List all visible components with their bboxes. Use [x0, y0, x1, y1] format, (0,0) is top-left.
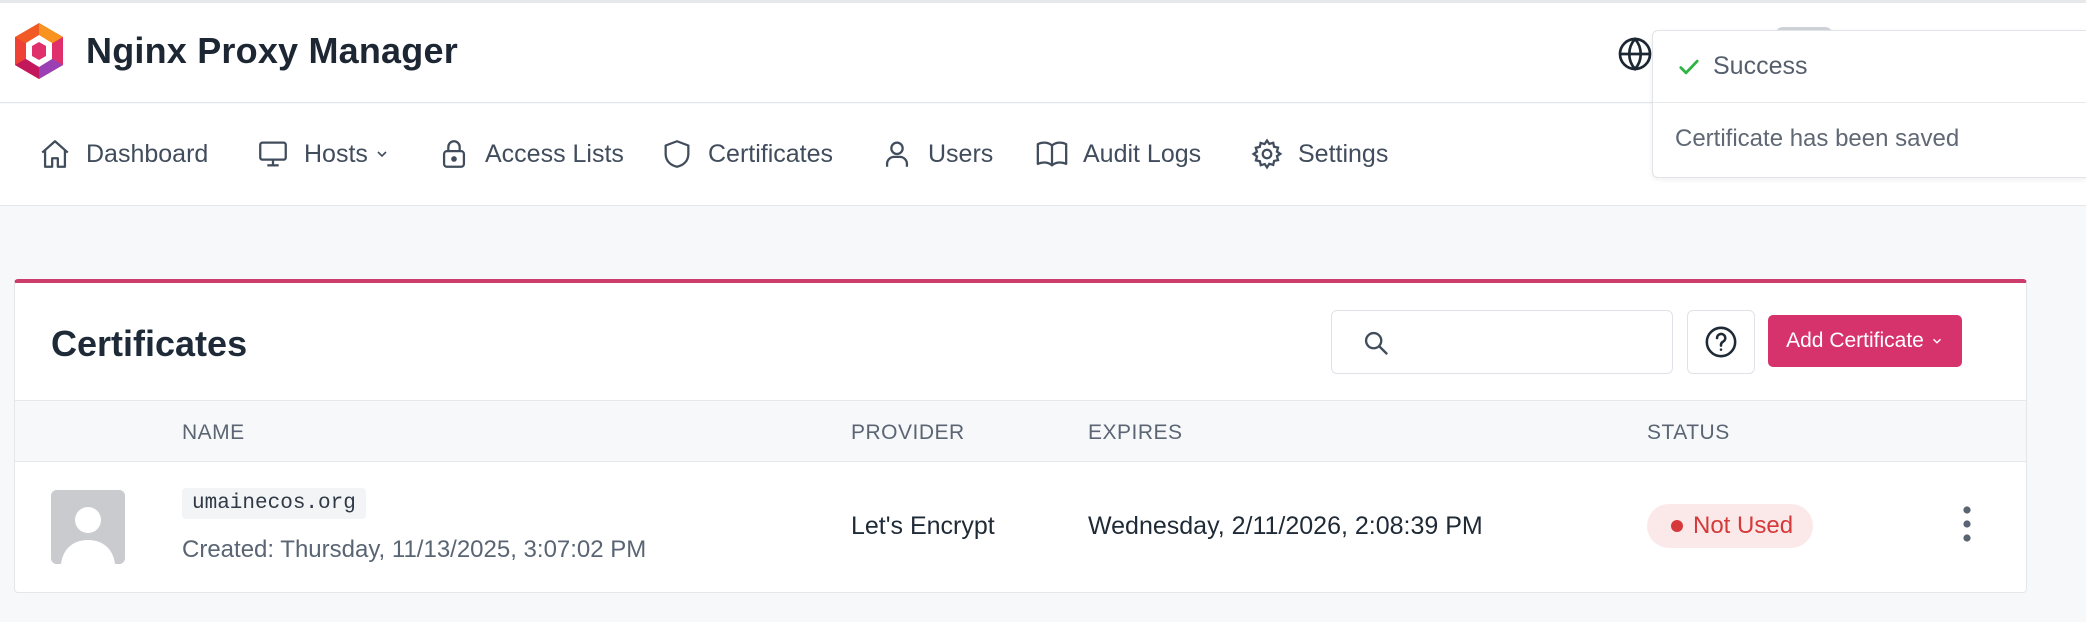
nav-item-settings[interactable]: Settings — [1250, 134, 1388, 174]
brand[interactable]: Nginx Proxy Manager — [12, 21, 458, 81]
help-button[interactable] — [1687, 310, 1755, 374]
toast-header: Success — [1653, 31, 2086, 103]
avatar — [51, 490, 125, 564]
app-title: Nginx Proxy Manager — [86, 30, 458, 71]
status-badge: Not Used — [1647, 504, 1814, 548]
add-certificate-label: Add Certificate — [1786, 329, 1924, 352]
nav-label: Audit Logs — [1083, 139, 1202, 168]
nav-label: Dashboard — [86, 139, 209, 168]
more-actions-icon[interactable] — [1955, 504, 1979, 544]
nav-label: Settings — [1298, 139, 1389, 168]
status-dot — [1671, 520, 1683, 532]
certificate-provider: Let's Encrypt — [851, 512, 995, 540]
nav-item-hosts[interactable]: Hosts — [256, 134, 390, 174]
npm-logo-icon — [15, 23, 63, 79]
book-icon — [1036, 141, 1068, 167]
column-header-provider[interactable]: PROVIDER — [851, 421, 965, 445]
nav-item-access-lists[interactable]: Access Lists — [437, 134, 624, 174]
nav-item-dashboard[interactable]: Dashboard — [38, 134, 208, 174]
toast-title: Success — [1713, 52, 1808, 80]
search-input[interactable] — [1408, 321, 1658, 363]
chevron-down-icon — [377, 151, 387, 158]
search-icon — [1364, 331, 1388, 355]
nav-item-audit-logs[interactable]: Audit Logs — [1035, 134, 1201, 174]
status-label: Not Used — [1693, 512, 1794, 539]
add-certificate-button[interactable]: Add Certificate — [1768, 315, 1962, 367]
success-toast[interactable]: Success Certificate has been saved — [1652, 30, 2086, 178]
user-icon — [885, 141, 909, 167]
monitor-icon — [259, 141, 287, 167]
nav-label: Certificates — [708, 139, 834, 168]
home-icon — [41, 140, 69, 168]
certificate-expires: Wednesday, 2/11/2026, 2:08:39 PM — [1088, 512, 1483, 540]
lock-icon — [442, 140, 466, 168]
nav-label: Users — [928, 139, 994, 168]
certificate-name: umainecos.org — [182, 488, 366, 519]
column-header-status[interactable]: STATUS — [1647, 421, 1730, 445]
table-header: NAME PROVIDER EXPIRES STATUS — [15, 400, 2026, 462]
column-header-name[interactable]: NAME — [182, 421, 245, 445]
nav-label: Hosts — [304, 139, 368, 168]
nav-label: Access Lists — [485, 139, 624, 168]
certificate-created: Created: Thursday, 11/13/2025, 3:07:02 P… — [182, 536, 647, 563]
table-row[interactable]: umainecos.org Created: Thursday, 11/13/2… — [15, 462, 2026, 590]
help-icon — [1705, 326, 1737, 358]
column-header-expires[interactable]: EXPIRES — [1088, 421, 1183, 445]
certificates-card: Certificates Add Certificate NAME PROVID… — [14, 279, 2027, 593]
nav-item-users[interactable]: Users — [880, 134, 993, 174]
user-placeholder-icon — [51, 490, 125, 564]
toast-message: Certificate has been saved — [1675, 125, 1960, 152]
search-field[interactable] — [1331, 310, 1673, 374]
globe-icon[interactable] — [1617, 36, 1653, 72]
nav-item-certificates[interactable]: Certificates — [660, 134, 833, 174]
chevron-down-icon — [1932, 338, 1941, 344]
page-title: Certificates — [51, 323, 248, 364]
shield-icon — [664, 140, 690, 168]
gear-icon — [1251, 138, 1283, 170]
check-icon — [1679, 59, 1699, 74]
